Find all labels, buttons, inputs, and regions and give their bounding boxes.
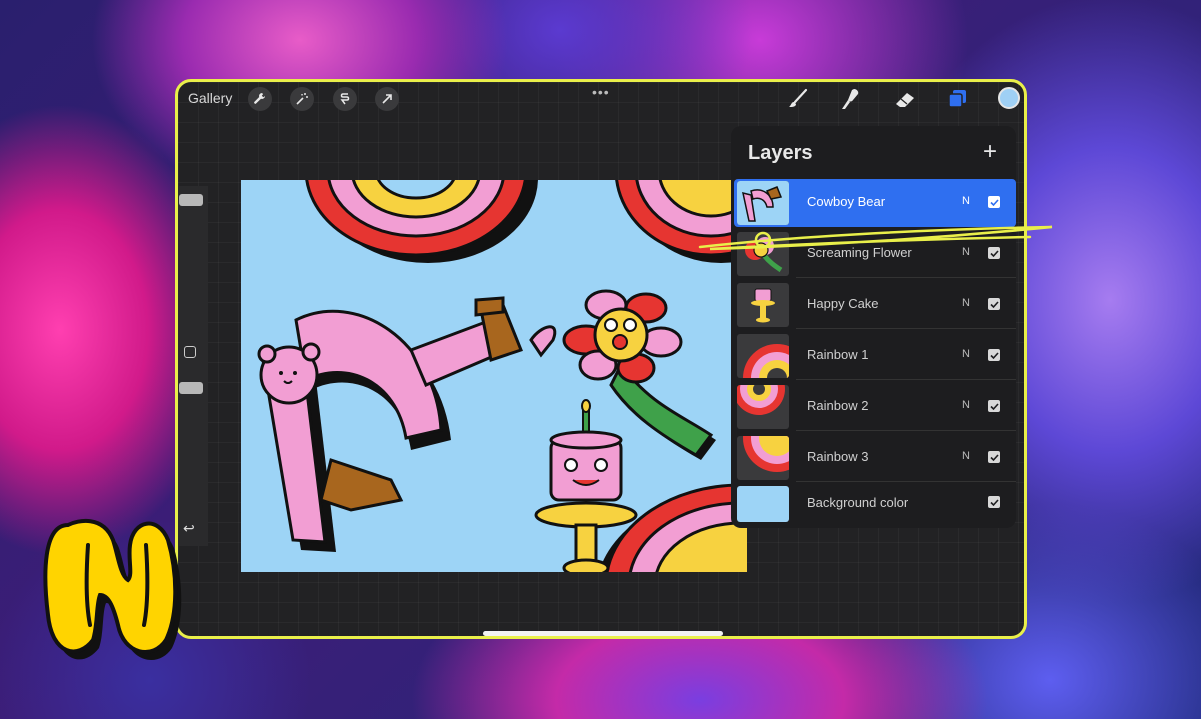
layer-visibility-checkbox[interactable]	[988, 496, 1000, 508]
color-picker-swatch[interactable]	[998, 87, 1020, 109]
artwork-canvas[interactable]	[241, 180, 747, 572]
rainbow-top-right	[615, 180, 747, 263]
layer-name: Rainbow 3	[807, 449, 869, 464]
blend-mode-button[interactable]: N	[962, 246, 970, 258]
layer-name: Rainbow 2	[807, 398, 869, 413]
layer-row-rainbow-3[interactable]: Rainbow 3 N	[734, 434, 1016, 482]
background-color-swatch[interactable]	[737, 486, 789, 522]
layer-thumbnail	[737, 334, 789, 378]
layer-row-happy-cake[interactable]: Happy Cake N	[734, 281, 1016, 329]
row-divider	[796, 430, 1016, 431]
rainbow-top	[305, 180, 538, 263]
brush-icon[interactable]	[786, 86, 812, 112]
row-divider	[796, 379, 1016, 380]
smudge-icon[interactable]	[838, 86, 864, 112]
layer-name: Screaming Flower	[807, 245, 912, 260]
layer-name: Cowboy Bear	[807, 194, 886, 209]
layer-name: Rainbow 1	[807, 347, 869, 362]
layer-visibility-checkbox[interactable]	[988, 247, 1000, 259]
procreate-window: Gallery ••• ↩ Layers + Cowboy Bear N Scr…	[175, 79, 1027, 639]
layers-panel: Layers + Cowboy Bear N Screaming Flower …	[731, 126, 1016, 528]
top-toolbar: Gallery •••	[178, 82, 1024, 118]
layer-visibility-checkbox[interactable]	[988, 400, 1000, 412]
blend-mode-button[interactable]: N	[962, 195, 970, 207]
layer-row-cowboy-bear[interactable]: Cowboy Bear N	[734, 179, 1016, 227]
layer-visibility-checkbox[interactable]	[988, 349, 1000, 361]
layer-visibility-checkbox[interactable]	[988, 196, 1000, 208]
layer-visibility-checkbox[interactable]	[988, 298, 1000, 310]
side-slider-bar: ↩	[178, 186, 208, 546]
more-options-handle[interactable]: •••	[592, 84, 610, 100]
row-divider	[796, 328, 1016, 329]
layer-row-rainbow-2[interactable]: Rainbow 2 N	[734, 383, 1016, 431]
row-divider	[796, 277, 1016, 278]
layer-row-background-color[interactable]: Background color	[734, 482, 1016, 526]
blend-mode-button[interactable]: N	[962, 297, 970, 309]
wrench-icon[interactable]	[248, 87, 272, 111]
magic-wand-icon[interactable]	[290, 87, 314, 111]
artwork-illustration	[257, 180, 747, 572]
layers-title: Layers	[748, 142, 813, 164]
layer-thumbnail	[737, 232, 789, 276]
layer-thumbnail	[737, 436, 789, 480]
brush-size-slider-handle[interactable]	[179, 194, 203, 206]
modify-button[interactable]	[184, 346, 196, 358]
layers-icon[interactable]	[945, 86, 971, 112]
layer-row-screaming-flower[interactable]: Screaming Flower N	[734, 230, 1016, 278]
add-layer-button[interactable]: +	[983, 138, 997, 166]
blend-mode-button[interactable]: N	[962, 450, 970, 462]
layer-thumbnail	[737, 181, 789, 225]
transform-arrow-icon[interactable]	[375, 87, 399, 111]
layer-name: Background color	[807, 495, 909, 510]
selection-icon[interactable]	[333, 87, 357, 111]
brand-logo	[43, 518, 182, 660]
layer-row-rainbow-1[interactable]: Rainbow 1 N	[734, 332, 1016, 380]
layer-name: Happy Cake	[807, 296, 879, 311]
layer-thumbnail	[737, 283, 789, 327]
blend-mode-button[interactable]: N	[962, 348, 970, 360]
blend-mode-button[interactable]: N	[962, 399, 970, 411]
cowboy-bear	[257, 296, 557, 552]
home-indicator	[483, 631, 723, 636]
gallery-button[interactable]: Gallery	[188, 90, 232, 106]
layer-visibility-checkbox[interactable]	[988, 451, 1000, 463]
layer-thumbnail	[737, 385, 789, 429]
opacity-slider-handle[interactable]	[179, 382, 203, 394]
eraser-icon[interactable]	[892, 86, 918, 112]
